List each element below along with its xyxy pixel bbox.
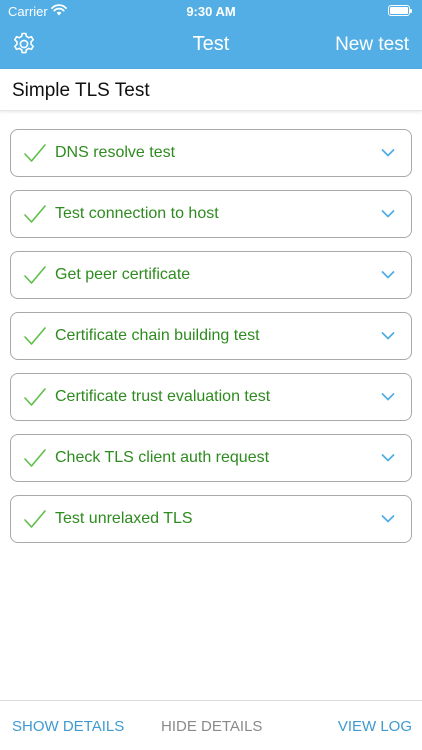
status-time: 9:30 AM	[186, 4, 236, 19]
test-row-chain-building[interactable]: Certificate chain building test	[10, 312, 412, 360]
section-title: Simple TLS Test	[12, 80, 150, 101]
chevron-down-icon[interactable]	[381, 270, 395, 280]
chevron-down-icon[interactable]	[381, 392, 395, 402]
chevron-down-icon[interactable]	[381, 331, 395, 341]
checkmark-icon	[24, 449, 46, 467]
test-row-trust-evaluation[interactable]: Certificate trust evaluation test	[10, 373, 412, 421]
bottom-toolbar: SHOW DETAILS HIDE DETAILS VIEW LOG	[0, 700, 422, 750]
chevron-down-icon[interactable]	[381, 453, 395, 463]
test-label: DNS resolve test	[55, 144, 176, 161]
checkmark-icon	[24, 510, 46, 528]
test-label: Certificate chain building test	[55, 327, 260, 344]
test-label: Check TLS client auth request	[55, 449, 270, 466]
test-label: Certificate trust evaluation test	[55, 388, 271, 405]
top-bar: Carrier 9:30 AM Test New test	[0, 0, 422, 69]
app-root: Carrier 9:30 AM Test New test Simple TLS…	[0, 0, 422, 750]
new-test-button[interactable]: New test	[335, 34, 409, 56]
status-bar: Carrier 9:30 AM	[0, 0, 422, 22]
hide-details-button[interactable]: HIDE DETAILS	[161, 718, 262, 735]
checkmark-icon	[24, 144, 46, 162]
test-row-peer-certificate[interactable]: Get peer certificate	[10, 251, 412, 299]
test-label: Test connection to host	[55, 205, 219, 222]
test-row-dns-resolve[interactable]: DNS resolve test	[10, 129, 412, 177]
view-log-button[interactable]: VIEW LOG	[338, 718, 412, 735]
test-label: Get peer certificate	[55, 266, 191, 283]
chevron-down-icon[interactable]	[381, 514, 395, 524]
chevron-down-icon[interactable]	[381, 209, 395, 219]
show-details-button[interactable]: SHOW DETAILS	[12, 718, 124, 735]
checkmark-icon	[24, 205, 46, 223]
test-row-connection[interactable]: Test connection to host	[10, 190, 412, 238]
test-row-client-auth[interactable]: Check TLS client auth request	[10, 434, 412, 482]
navigation-bar: Test New test	[0, 22, 422, 69]
checkmark-icon	[24, 388, 46, 406]
checkmark-icon	[24, 327, 46, 345]
section-header: Simple TLS Test	[0, 69, 422, 111]
battery-icon	[388, 5, 412, 16]
chevron-down-icon[interactable]	[381, 148, 395, 158]
checkmark-icon	[24, 266, 46, 284]
test-row-unrelaxed-tls[interactable]: Test unrelaxed TLS	[10, 495, 412, 543]
test-label: Test unrelaxed TLS	[55, 510, 193, 527]
